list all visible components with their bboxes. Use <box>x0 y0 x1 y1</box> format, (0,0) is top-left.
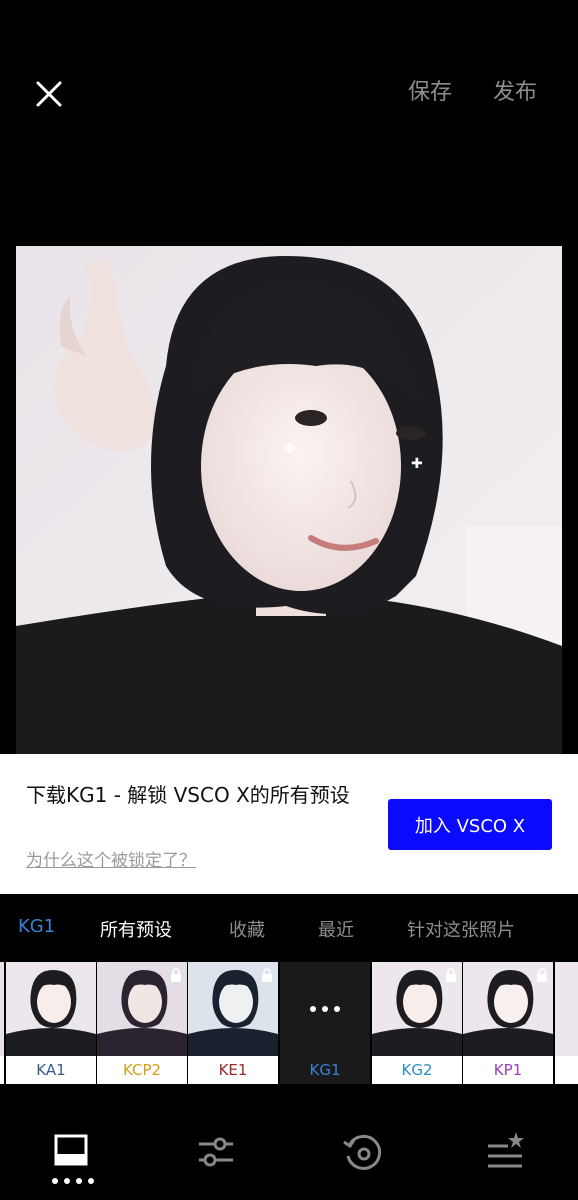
preset-kp1[interactable]: KP1 <box>463 962 553 1084</box>
preset-kg1-selected[interactable]: KG1 <box>280 962 370 1084</box>
adjust-tool-button[interactable] <box>196 1132 236 1172</box>
editor-screen: 保存 发布 ✚ ✚ 下载KG1 - 解锁 VSCO X的所有预设 加入 VSCO… <box>0 0 578 1200</box>
preset-partial-left[interactable] <box>0 962 4 1084</box>
publish-button[interactable]: 发布 <box>493 77 537 109</box>
preset-kg2[interactable]: KG2 <box>372 962 462 1084</box>
preset-strip: KA1 KCP2 KE1 KG1 KG2 KP1 <box>0 962 578 1086</box>
presets-tool-button[interactable] <box>52 1132 92 1172</box>
active-tool-indicator <box>52 1178 94 1184</box>
tab-all-presets[interactable]: 所有预设 <box>100 916 172 942</box>
bottom-toolbar <box>0 1086 578 1200</box>
preset-ka1[interactable]: KA1 <box>6 962 96 1084</box>
preset-label: KE1 <box>188 1056 278 1084</box>
history-tool-button[interactable] <box>342 1132 382 1172</box>
tab-favorites[interactable]: 收藏 <box>229 916 265 942</box>
adjust-sliders-icon <box>199 1137 233 1167</box>
tab-kg1[interactable]: KG1 <box>18 916 55 937</box>
preset-label: KG1 <box>280 1056 370 1084</box>
recipes-icon <box>488 1132 524 1168</box>
lock-icon <box>171 968 181 982</box>
lock-icon <box>446 968 456 982</box>
recipes-tool-button[interactable] <box>486 1132 526 1172</box>
svg-text:✚: ✚ <box>411 456 423 472</box>
presets-icon <box>54 1134 88 1166</box>
upsell-banner: 下载KG1 - 解锁 VSCO X的所有预设 加入 VSCO X <box>0 754 578 894</box>
preset-label: KG2 <box>372 1056 462 1084</box>
photo-preview: ✚ ✚ <box>16 246 562 754</box>
preset-partial-right[interactable] <box>555 962 578 1084</box>
lock-icon <box>262 968 272 982</box>
svg-text:✚: ✚ <box>284 441 296 457</box>
more-options-icon[interactable] <box>280 962 370 1056</box>
top-bar: 保存 发布 <box>0 0 578 190</box>
preset-kcp2[interactable]: KCP2 <box>97 962 187 1084</box>
why-locked-link[interactable]: 为什么这个被锁定了？ <box>26 846 196 871</box>
preset-ke1[interactable]: KE1 <box>188 962 278 1084</box>
preset-tabs: KG1 所有预设 收藏 最近 针对这张照片 <box>0 894 578 960</box>
banner-message: 下载KG1 - 解锁 VSCO X的所有预设 <box>26 783 350 807</box>
preset-label: KCP2 <box>97 1056 187 1084</box>
tab-recent[interactable]: 最近 <box>318 916 354 942</box>
preset-label: KA1 <box>6 1056 96 1084</box>
close-icon <box>36 81 62 107</box>
join-vsco-x-button[interactable]: 加入 VSCO X <box>388 799 552 850</box>
history-icon <box>343 1134 382 1170</box>
preset-label: KP1 <box>463 1056 553 1084</box>
close-button[interactable] <box>30 75 68 113</box>
lock-icon <box>537 968 547 982</box>
tab-for-this-photo[interactable]: 针对这张照片 <box>407 916 515 942</box>
save-button[interactable]: 保存 <box>408 77 452 109</box>
preset-thumbnail <box>6 962 96 1056</box>
